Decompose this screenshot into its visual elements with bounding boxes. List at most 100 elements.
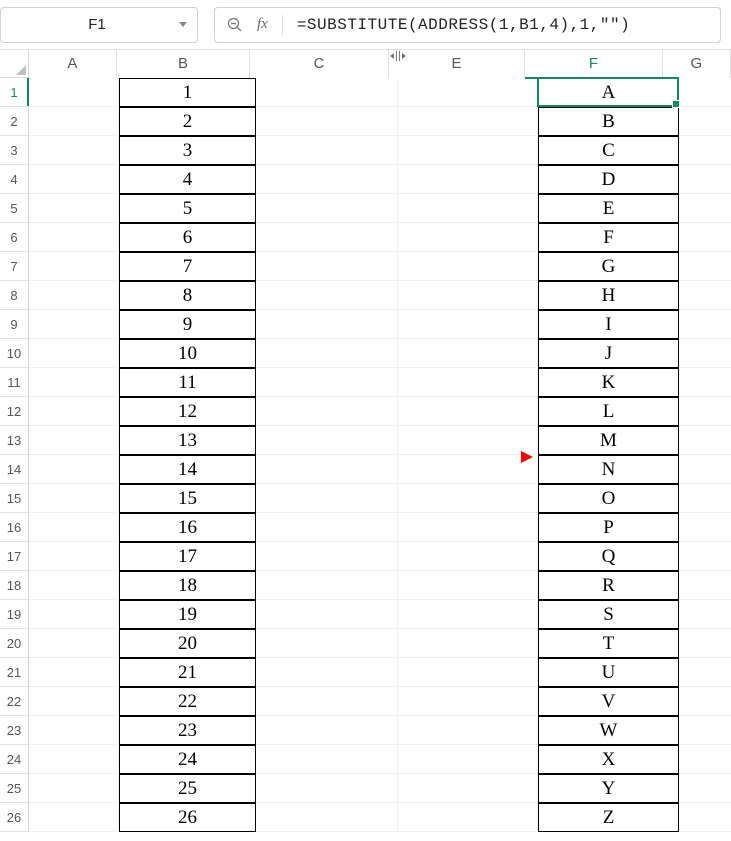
cell[interactable] xyxy=(256,455,398,484)
cell[interactable] xyxy=(398,136,538,165)
cell[interactable] xyxy=(256,687,398,716)
cell[interactable] xyxy=(256,136,398,165)
cell[interactable] xyxy=(679,484,731,513)
row-header[interactable]: 15 xyxy=(0,484,29,513)
cell[interactable]: 7 xyxy=(119,252,256,281)
cell[interactable] xyxy=(679,426,731,455)
cell[interactable]: B xyxy=(538,107,679,136)
cell[interactable] xyxy=(679,107,731,136)
cell[interactable] xyxy=(29,194,119,223)
cell[interactable]: 12 xyxy=(119,397,256,426)
cell[interactable] xyxy=(256,803,398,832)
cell[interactable] xyxy=(679,78,731,107)
cell[interactable]: C xyxy=(538,136,679,165)
cell[interactable]: 16 xyxy=(119,513,256,542)
cell[interactable] xyxy=(29,513,119,542)
cell[interactable] xyxy=(29,687,119,716)
cell[interactable] xyxy=(679,455,731,484)
cell[interactable] xyxy=(256,716,398,745)
cell[interactable]: 26 xyxy=(119,803,256,832)
cell[interactable] xyxy=(398,629,538,658)
cell[interactable] xyxy=(29,571,119,600)
cell[interactable] xyxy=(679,223,731,252)
select-all-corner[interactable] xyxy=(0,50,29,78)
cell[interactable]: K xyxy=(538,368,679,397)
cell[interactable] xyxy=(398,281,538,310)
cell[interactable]: H xyxy=(538,281,679,310)
row-header[interactable]: 19 xyxy=(0,600,29,629)
cell[interactable]: 23 xyxy=(119,716,256,745)
cell[interactable] xyxy=(29,629,119,658)
cell[interactable] xyxy=(256,542,398,571)
cell[interactable] xyxy=(679,658,731,687)
row-header[interactable]: 4 xyxy=(0,165,29,194)
cell[interactable]: I xyxy=(538,310,679,339)
cell[interactable] xyxy=(398,484,538,513)
cell[interactable] xyxy=(256,78,398,107)
cell[interactable] xyxy=(29,484,119,513)
cell[interactable] xyxy=(256,165,398,194)
cell[interactable]: 15 xyxy=(119,484,256,513)
cell[interactable] xyxy=(29,600,119,629)
row-header[interactable]: 5 xyxy=(0,194,29,223)
cell[interactable] xyxy=(29,368,119,397)
cell[interactable] xyxy=(29,339,119,368)
row-header[interactable]: 13 xyxy=(0,426,29,455)
cell[interactable]: 20 xyxy=(119,629,256,658)
hidden-column-indicator[interactable] xyxy=(390,50,406,61)
row-header[interactable]: 12 xyxy=(0,397,29,426)
cell[interactable] xyxy=(398,600,538,629)
cell[interactable]: 10 xyxy=(119,339,256,368)
cell[interactable]: 6 xyxy=(119,223,256,252)
row-header[interactable]: 8 xyxy=(0,281,29,310)
cell[interactable] xyxy=(679,542,731,571)
cell[interactable] xyxy=(256,658,398,687)
row-header[interactable]: 20 xyxy=(0,629,29,658)
cell[interactable] xyxy=(679,397,731,426)
fx-label[interactable]: fx xyxy=(257,16,268,33)
cell[interactable] xyxy=(29,136,119,165)
cell[interactable]: V xyxy=(538,687,679,716)
cell[interactable] xyxy=(398,252,538,281)
cell[interactable]: 4 xyxy=(119,165,256,194)
cell[interactable] xyxy=(679,339,731,368)
cell[interactable]: G xyxy=(538,252,679,281)
cell[interactable] xyxy=(679,252,731,281)
cell[interactable]: 14 xyxy=(119,455,256,484)
cell[interactable] xyxy=(679,281,731,310)
cell[interactable]: Z xyxy=(538,803,679,832)
cell[interactable]: J xyxy=(538,339,679,368)
cell[interactable] xyxy=(256,513,398,542)
cell[interactable]: S xyxy=(538,600,679,629)
cell[interactable]: P xyxy=(538,513,679,542)
cell[interactable] xyxy=(29,223,119,252)
cell[interactable] xyxy=(256,281,398,310)
cell[interactable] xyxy=(679,194,731,223)
cell[interactable] xyxy=(679,716,731,745)
cell[interactable] xyxy=(398,310,538,339)
row-header[interactable]: 9 xyxy=(0,310,29,339)
cell[interactable]: Q xyxy=(538,542,679,571)
cell[interactable] xyxy=(256,426,398,455)
cell[interactable] xyxy=(398,107,538,136)
cell[interactable]: W xyxy=(538,716,679,745)
cell[interactable] xyxy=(29,774,119,803)
cell[interactable]: O xyxy=(538,484,679,513)
cell[interactable] xyxy=(398,165,538,194)
row-header[interactable]: 21 xyxy=(0,658,29,687)
row-header[interactable]: 17 xyxy=(0,542,29,571)
cell[interactable] xyxy=(398,78,538,107)
cell[interactable] xyxy=(398,658,538,687)
row-header[interactable]: 23 xyxy=(0,716,29,745)
column-header[interactable]: B xyxy=(117,50,251,78)
cell[interactable] xyxy=(679,513,731,542)
cell[interactable] xyxy=(256,368,398,397)
cell[interactable] xyxy=(256,339,398,368)
cell[interactable] xyxy=(398,716,538,745)
cell[interactable] xyxy=(256,571,398,600)
cell[interactable] xyxy=(398,803,538,832)
row-header[interactable]: 2 xyxy=(0,107,29,136)
cell[interactable] xyxy=(29,165,119,194)
cell[interactable] xyxy=(398,542,538,571)
row-header[interactable]: 7 xyxy=(0,252,29,281)
